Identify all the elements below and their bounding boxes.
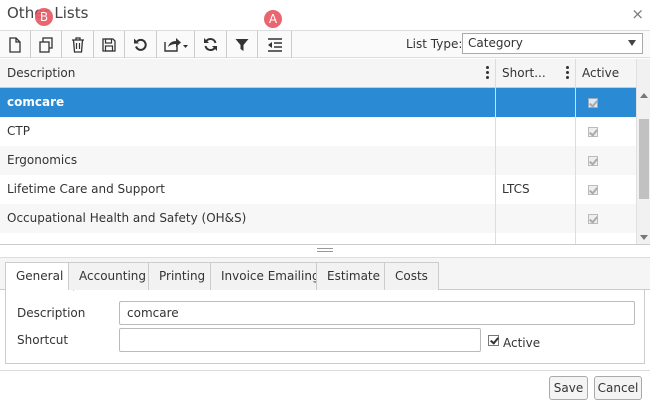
close-icon[interactable]: × [631, 5, 644, 23]
chevron-down-icon [628, 40, 636, 46]
grid-scrollbar[interactable] [636, 59, 650, 244]
annotation-badge-b: B [35, 8, 53, 26]
active-checkbox [588, 185, 598, 195]
filter-button[interactable] [227, 31, 258, 58]
delete-button[interactable] [62, 31, 94, 58]
cell-description: CTP [7, 124, 30, 138]
detail-tabs: General Accounting Printing Invoice Emai… [0, 257, 650, 291]
tab-invoice-emailing[interactable]: Invoice Emailing [210, 262, 331, 290]
list-type-label: List Type: [406, 37, 463, 51]
pane-splitter-handle[interactable] [317, 248, 333, 252]
annotation-badge-a: A [264, 10, 282, 28]
cell-shortcut [495, 204, 575, 233]
column-menu-icon[interactable] [486, 66, 490, 81]
scroll-down-icon[interactable] [640, 235, 648, 240]
export-icon [163, 38, 188, 52]
description-label: Description [17, 306, 86, 320]
cell-description: comcare [7, 95, 65, 109]
copy-button[interactable] [31, 31, 62, 58]
column-divider [575, 59, 576, 244]
cell-description: Ergonomics [7, 153, 78, 167]
column-divider [495, 59, 496, 244]
active-label: Active [503, 336, 541, 350]
table-row[interactable]: Ergonomics [0, 146, 636, 175]
save-toolbar-button[interactable] [94, 31, 125, 58]
outdent-button[interactable] [258, 31, 292, 58]
shortcut-label: Shortcut [17, 333, 69, 347]
tab-printing[interactable]: Printing [148, 262, 217, 290]
active-checkbox-input[interactable] [488, 335, 499, 346]
delete-icon [71, 36, 84, 53]
tab-general[interactable]: General [5, 262, 75, 291]
outdent-icon [267, 37, 282, 52]
cell-description: Occupational Health and Safety (OH&S) [7, 211, 247, 225]
cell-shortcut [495, 88, 575, 117]
new-icon [9, 36, 21, 53]
refresh-icon [204, 38, 217, 51]
cell-shortcut [495, 146, 575, 175]
table-row[interactable]: Lifetime Care and Support LTCS [0, 175, 636, 204]
active-checkbox [588, 156, 598, 166]
scrollbar-thumb[interactable] [639, 119, 649, 199]
refresh-button[interactable] [195, 31, 227, 58]
save-icon [102, 37, 116, 52]
tab-accounting[interactable]: Accounting [68, 262, 158, 290]
column-header-active[interactable]: Active [575, 59, 636, 88]
column-header-shortcut[interactable]: Short... [495, 59, 575, 88]
active-checkbox [588, 98, 598, 108]
footer-divider [0, 370, 650, 371]
copy-icon [39, 36, 53, 53]
cell-shortcut [495, 117, 575, 146]
cell-description: Lifetime Care and Support [7, 182, 165, 196]
description-input[interactable]: comcare [119, 301, 635, 325]
column-menu-icon[interactable] [566, 66, 570, 81]
active-checkbox [588, 127, 598, 137]
filter-icon [235, 38, 249, 51]
tab-estimate[interactable]: Estimate [316, 262, 392, 290]
new-button[interactable] [0, 31, 31, 58]
undo-button[interactable] [125, 31, 157, 58]
grid-header: Description Short... Active [0, 59, 636, 88]
title-bar: Other Lists × [0, 0, 650, 30]
table-row[interactable]: Occupational Health and Safety (OH&S) [0, 204, 636, 233]
save-button[interactable]: Save [549, 376, 588, 400]
shortcut-input[interactable] [119, 328, 481, 352]
list-type-select[interactable]: Category [462, 33, 643, 54]
undo-icon [134, 38, 147, 51]
cell-shortcut: LTCS [502, 182, 530, 196]
cancel-button[interactable]: Cancel [594, 376, 642, 400]
list-type-value: Category [468, 36, 523, 50]
scroll-up-icon[interactable] [640, 93, 648, 98]
list-grid: Description Short... Active comcare CTP … [0, 59, 650, 245]
column-header-label: Active [582, 66, 620, 80]
table-row[interactable]: CTP [0, 117, 636, 146]
export-button[interactable] [157, 31, 195, 58]
column-header-label: Short... [502, 66, 546, 80]
column-header-label: Description [7, 66, 76, 80]
active-checkbox [588, 214, 598, 224]
tab-costs[interactable]: Costs [384, 262, 439, 290]
column-header-description[interactable]: Description [0, 59, 495, 88]
table-row[interactable]: comcare [0, 88, 636, 117]
